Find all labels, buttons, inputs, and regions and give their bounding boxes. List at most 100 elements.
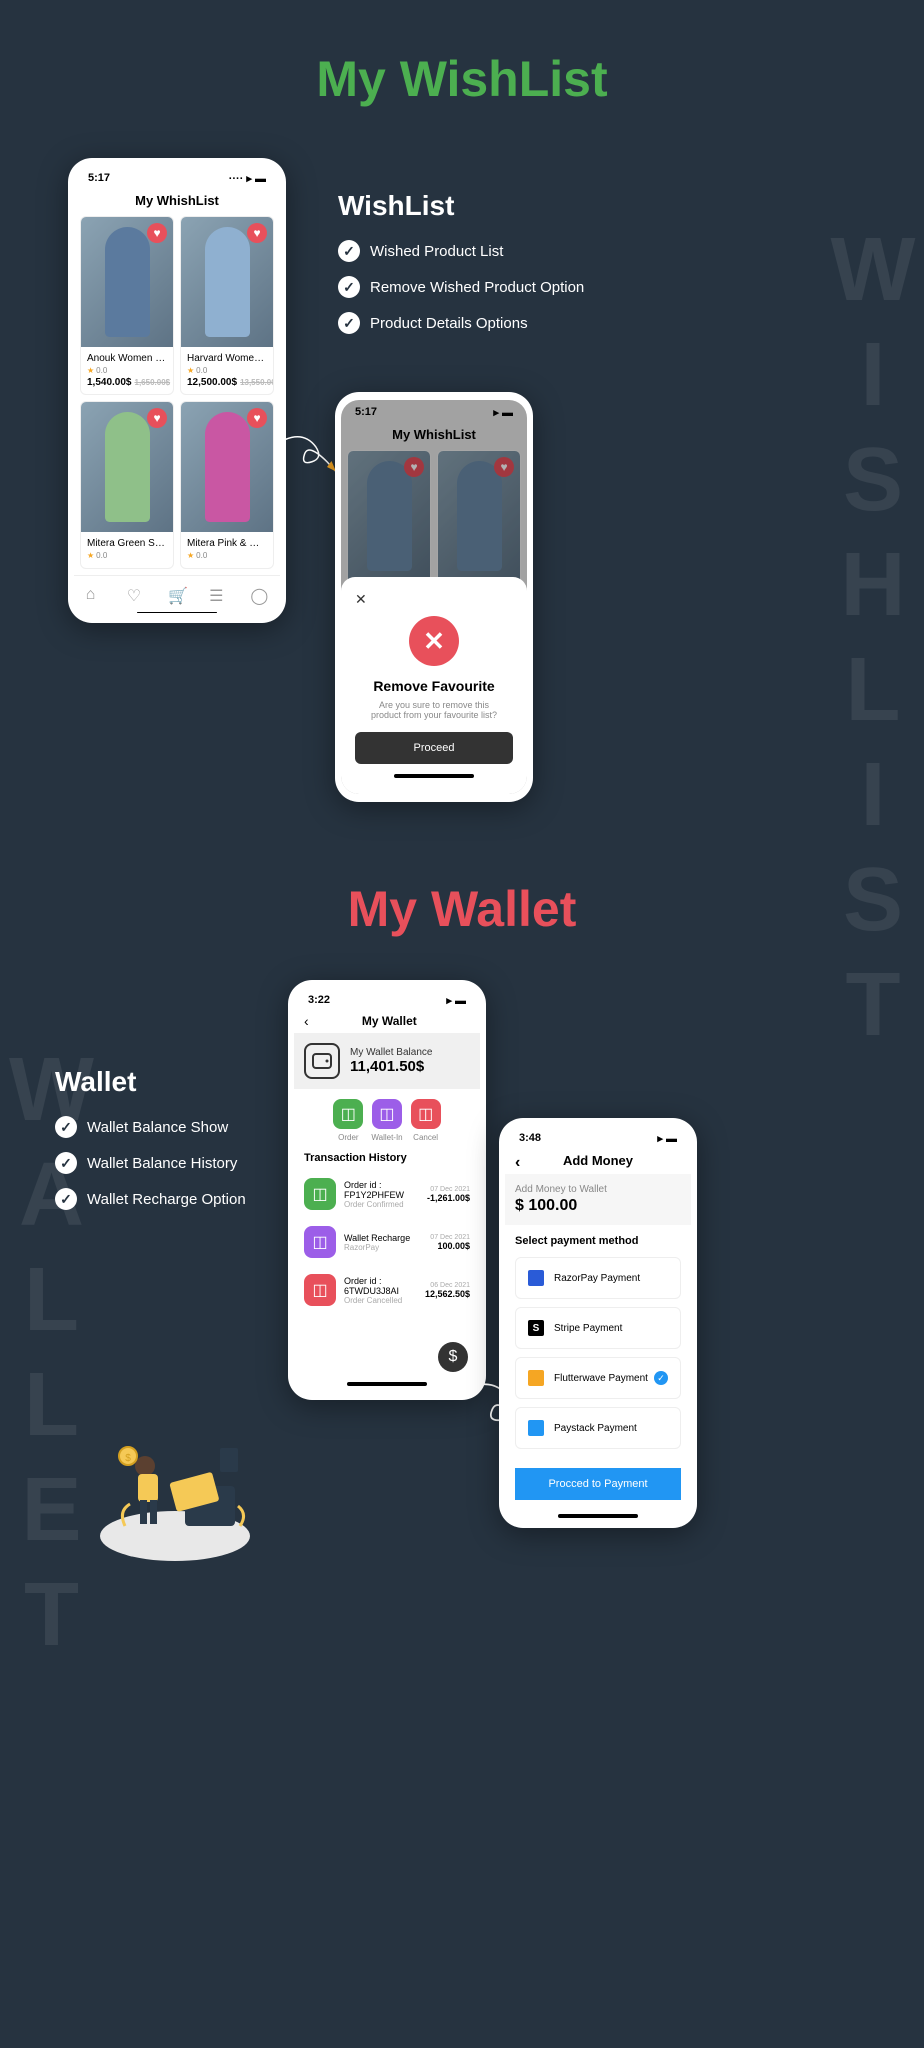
payment-options: RazorPay Payment S Stripe Payment Flutterwa… [505, 1249, 691, 1457]
action-icon: ◫ [411, 1099, 441, 1129]
action-label: Wallet-In [371, 1133, 402, 1142]
modal-x-icon: ✕ [409, 616, 459, 666]
heart-icon[interactable]: ♡ [127, 586, 145, 604]
feature-item: ✓ Wallet Balance Show [55, 1116, 246, 1138]
modal-title: Remove Favourite [355, 678, 513, 694]
feature-text: Wallet Recharge Option [87, 1191, 246, 1208]
amount-label: Add Money to Wallet [515, 1184, 681, 1195]
close-icon[interactable]: ✕ [355, 591, 513, 608]
feature-text: Wallet Balance Show [87, 1119, 228, 1136]
statusbar: 3:48 ▸ ▬ [505, 1126, 691, 1147]
transaction-row[interactable]: ◫Order id : FP1Y2PHFEWOrder Confirmed07 … [294, 1170, 480, 1218]
proceed-button[interactable]: Proceed [355, 732, 513, 764]
payment-logo-icon: S [528, 1320, 544, 1336]
transaction-row[interactable]: ◫Wallet RechargeRazorPay07 Dec 2021100.0… [294, 1218, 480, 1266]
transaction-list: ◫Order id : FP1Y2PHFEWOrder Confirmed07 … [294, 1170, 480, 1314]
txn-icon: ◫ [304, 1178, 336, 1210]
modal-overlay: ✕ ✕ Remove Favourite Are you sure to rem… [341, 400, 527, 794]
selected-icon: ✓ [654, 1371, 668, 1385]
txn-date: 06 Dec 2021 [425, 1282, 470, 1289]
feature-heading: Wallet [55, 1066, 246, 1098]
home-icon[interactable]: ⌂ [86, 586, 104, 604]
wallet-action-cancel[interactable]: ◫Cancel [411, 1099, 441, 1142]
wallet-action-order[interactable]: ◫Order [333, 1099, 363, 1142]
feature-item: ✓ Product Details Options [338, 312, 584, 334]
home-indicator [558, 1514, 638, 1518]
txn-amount: 12,562.50$ [425, 1289, 470, 1299]
list-icon[interactable]: ☰ [209, 586, 227, 604]
screen-title: My Wallet [309, 1014, 470, 1028]
product-card[interactable]: ♥Harvard Women Bl...★0.012,500.00$13,550… [180, 216, 274, 395]
action-icon: ◫ [333, 1099, 363, 1129]
product-name: Mitera Pink & Gold... [187, 538, 267, 549]
feature-item: ✓Wallet Balance History [55, 1152, 246, 1174]
product-grid: ♥ Anouk Women Blu... ★0.0 1,540.00$1,650.00… [74, 216, 280, 569]
product-card[interactable]: ♥Mitera Green Semi...★0.0 [80, 401, 174, 569]
status-time: 5:17 [88, 172, 110, 185]
swirl-arrow-icon [282, 428, 342, 488]
status-icons: ▸ ▬ [657, 1132, 677, 1145]
product-price: 1,540.00$1,650.00$ [87, 377, 167, 388]
txn-amount: -1,261.00$ [427, 1193, 470, 1203]
txn-title: Order id : 6TWDU3J8AI [344, 1276, 417, 1296]
wallet-balance-card: My Wallet Balance 11,401.50$ [294, 1033, 480, 1089]
product-card[interactable]: ♥ Anouk Women Blu... ★0.0 1,540.00$1,650.00… [80, 216, 174, 395]
wallet-action-wallet-in[interactable]: ◫ Wallet-In [371, 1099, 402, 1142]
back-icon[interactable]: ‹ [515, 1154, 520, 1172]
heart-icon[interactable]: ♥ [247, 223, 267, 243]
txn-sub: Order Confirmed [344, 1200, 419, 1209]
feature-item: ✓ Remove Wished Product Option [338, 276, 584, 298]
statusbar: 5:17 ···· ▸ ▬ [74, 166, 280, 187]
heart-icon[interactable]: ♥ [147, 408, 167, 428]
product-rating: ★0.0 [187, 366, 267, 375]
product-image: ♥ [181, 402, 273, 532]
screen-title: Add Money [563, 1153, 633, 1168]
check-icon: ✓ [338, 276, 360, 298]
feature-text: Remove Wished Product Option [370, 279, 584, 296]
action-icon: ◫ [372, 1099, 402, 1129]
heart-icon[interactable]: ♥ [147, 223, 167, 243]
proceed-payment-button[interactable]: Procced to Payment [515, 1468, 681, 1500]
txn-icon: ◫ [304, 1226, 336, 1258]
payment-option[interactable]: Paystack Payment [515, 1407, 681, 1449]
txn-sub: RazorPay [344, 1243, 422, 1252]
product-card[interactable]: ♥Mitera Pink & Gold...★0.0 [180, 401, 274, 569]
feature-heading: WishList [338, 190, 584, 222]
home-indicator [394, 774, 474, 778]
payment-name: Paystack Payment [554, 1423, 637, 1434]
bottom-nav: ⌂ ♡ 🛒 ☰ ◯ [74, 575, 280, 608]
amount-section: Add Money to Wallet $ 100.00 [505, 1174, 691, 1225]
product-rating: ★0.0 [87, 366, 167, 375]
phone-wallet: 3:22 ▸ ▬ ‹ My Wallet My Wallet Balance 1… [288, 980, 486, 1400]
add-money-fab[interactable]: $ [438, 1342, 468, 1372]
status-icons: ···· ▸ ▬ [229, 172, 266, 185]
payment-option[interactable]: S Stripe Payment [515, 1307, 681, 1349]
transaction-row[interactable]: ◫Order id : 6TWDU3J8AIOrder Cancelled06 … [294, 1266, 480, 1314]
svg-text:$: $ [125, 1453, 131, 1464]
payment-name: Flutterwave Payment [554, 1373, 648, 1384]
feature-text: Wished Product List [370, 243, 503, 260]
status-time: 3:48 [519, 1132, 541, 1145]
product-name: Anouk Women Blu... [87, 353, 167, 364]
payment-option[interactable]: Flutterwave Payment ✓ [515, 1357, 681, 1399]
heart-icon[interactable]: ♥ [247, 408, 267, 428]
screen-title: My WhishList [74, 187, 280, 216]
payment-option[interactable]: RazorPay Payment [515, 1257, 681, 1299]
payment-name: Stripe Payment [554, 1323, 622, 1334]
cart-icon[interactable]: 🛒 [168, 586, 186, 604]
check-icon: ✓ [338, 312, 360, 334]
check-icon: ✓ [55, 1116, 77, 1138]
home-indicator [347, 1382, 427, 1386]
select-method-label: Select payment method [505, 1225, 691, 1249]
product-image: ♥ [81, 402, 173, 532]
history-label: Transaction History [294, 1152, 480, 1170]
screen-header: ‹ Add Money [505, 1147, 691, 1174]
payment-logo-icon [528, 1420, 544, 1436]
payment-logo-icon [528, 1370, 544, 1386]
user-icon[interactable]: ◯ [250, 586, 268, 604]
txn-title: Order id : FP1Y2PHFEW [344, 1180, 419, 1200]
payment-name: RazorPay Payment [554, 1273, 640, 1284]
product-name: Harvard Women Bl... [187, 353, 267, 364]
feature-text: Product Details Options [370, 315, 528, 332]
wishlist-features: WishList ✓ Wished Product List ✓ Remove Wis… [338, 190, 584, 348]
